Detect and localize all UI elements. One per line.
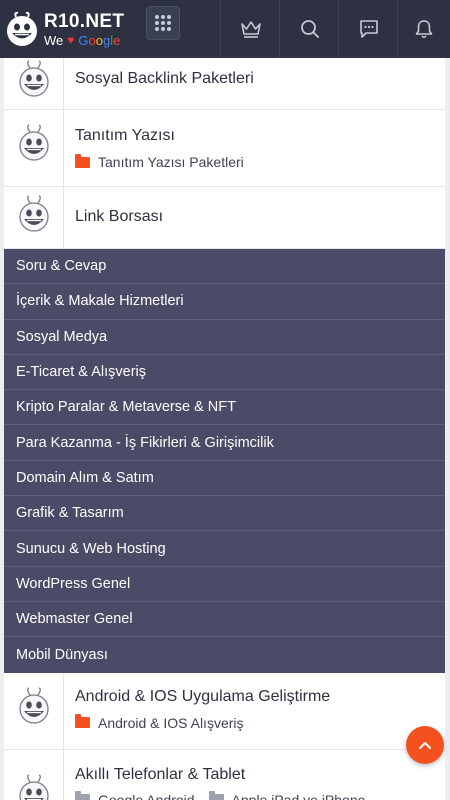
category-item[interactable]: İçerik & Makale Hizmetleri	[4, 284, 445, 320]
subforum-link[interactable]: Apple iPad ve iPhone	[208, 791, 366, 800]
messages-icon	[359, 20, 378, 38]
top-header: R10.NET We ♥ Google	[0, 0, 450, 58]
forum-mascot-icon	[18, 195, 49, 232]
folder-icon	[75, 153, 90, 168]
chevron-up-icon	[419, 742, 431, 749]
forum-mascot-icon	[18, 124, 49, 161]
subforum-list: Android & IOS Alışveriş	[75, 714, 330, 731]
category-item[interactable]: Domain Alım & Satım	[4, 461, 445, 497]
heart-icon: ♥	[67, 33, 75, 47]
category-menu: Soru & Cevap İçerik & Makale Hizmetleri …	[4, 249, 445, 673]
category-item[interactable]: Kripto Paralar & Metaverse & NFT	[4, 390, 445, 426]
forum-mascot-icon	[18, 60, 49, 97]
subforum-list: Google Android Apple iPad ve iPhone	[75, 791, 366, 800]
subforum-label: Apple iPad ve iPhone	[231, 791, 366, 800]
category-item[interactable]: Grafik & Tasarım	[4, 496, 445, 532]
subforum-link[interactable]: Tanıtım Yazısı Paketleri	[75, 153, 244, 170]
category-item[interactable]: Webmaster Genel	[4, 602, 445, 638]
apps-grid-icon	[155, 15, 171, 31]
category-item[interactable]: WordPress Genel	[4, 567, 445, 602]
forum-title[interactable]: Sosyal Backlink Paketleri	[75, 70, 254, 88]
forum-row[interactable]: Link Borsası	[4, 187, 445, 249]
forum-mascot-icon	[18, 686, 49, 724]
search-icon	[300, 20, 319, 38]
forum-title[interactable]: Android & IOS Uygulama Geliştirme	[75, 688, 330, 706]
logo-mascot-icon	[7, 11, 37, 46]
category-item[interactable]: Sunucu & Web Hosting	[4, 531, 445, 567]
subforum-list: Tanıtım Yazısı Paketleri	[75, 153, 244, 170]
logo-tagline: We ♥ Google	[44, 34, 124, 47]
category-item[interactable]: Para Kazanma - İş Fikirleri & Girişimcil…	[4, 425, 445, 461]
forum-title[interactable]: Tanıtım Yazısı	[75, 127, 244, 145]
logo-title: R10.NET	[44, 10, 125, 32]
subforum-label: Tanıtım Yazısı Paketleri	[98, 154, 244, 170]
folder-icon	[208, 791, 224, 800]
forum-row[interactable]: Android & IOS Uygulama Geliştirme Androi…	[4, 672, 445, 750]
subforum-label: Google Android	[98, 791, 195, 800]
forum-row[interactable]: Tanıtım Yazısı Tanıtım Yazısı Paketleri	[4, 110, 445, 187]
category-item[interactable]: E-Ticaret & Alışveriş	[4, 355, 445, 391]
notifications-button[interactable]	[397, 0, 450, 58]
crown-icon	[240, 21, 261, 38]
forum-title[interactable]: Akıllı Telefonlar & Tablet	[75, 766, 365, 784]
category-item[interactable]: Mobil Dünyası	[4, 637, 445, 672]
subforum-link[interactable]: Android & IOS Alışveriş	[75, 714, 244, 731]
forum-mascot-icon	[18, 773, 49, 800]
forum-row[interactable]: Sosyal Backlink Paketleri	[4, 58, 445, 110]
scroll-to-top-button[interactable]	[406, 726, 444, 764]
folder-icon	[75, 714, 90, 729]
category-item[interactable]: Sosyal Medya	[4, 320, 445, 355]
messages-button[interactable]	[338, 0, 398, 58]
crown-button[interactable]	[220, 0, 280, 58]
subforum-link[interactable]: Google Android	[75, 791, 195, 800]
apps-grid-button[interactable]	[146, 6, 180, 40]
forum-title[interactable]: Link Borsası	[75, 208, 163, 226]
folder-icon	[75, 791, 90, 800]
search-button[interactable]	[279, 0, 339, 58]
forum-list: Sosyal Backlink Paketleri Tanıtım Yazısı…	[4, 58, 445, 800]
forum-row[interactable]: Akıllı Telefonlar & Tablet Google Androi…	[4, 749, 445, 800]
bell-icon	[415, 20, 433, 39]
subforum-label: Android & IOS Alışveriş	[98, 714, 244, 731]
site-logo[interactable]: R10.NET We ♥ Google	[0, 0, 140, 58]
logo-google: Google	[78, 32, 121, 48]
logo-we: We	[44, 32, 64, 48]
category-item[interactable]: Soru & Cevap	[4, 249, 445, 285]
